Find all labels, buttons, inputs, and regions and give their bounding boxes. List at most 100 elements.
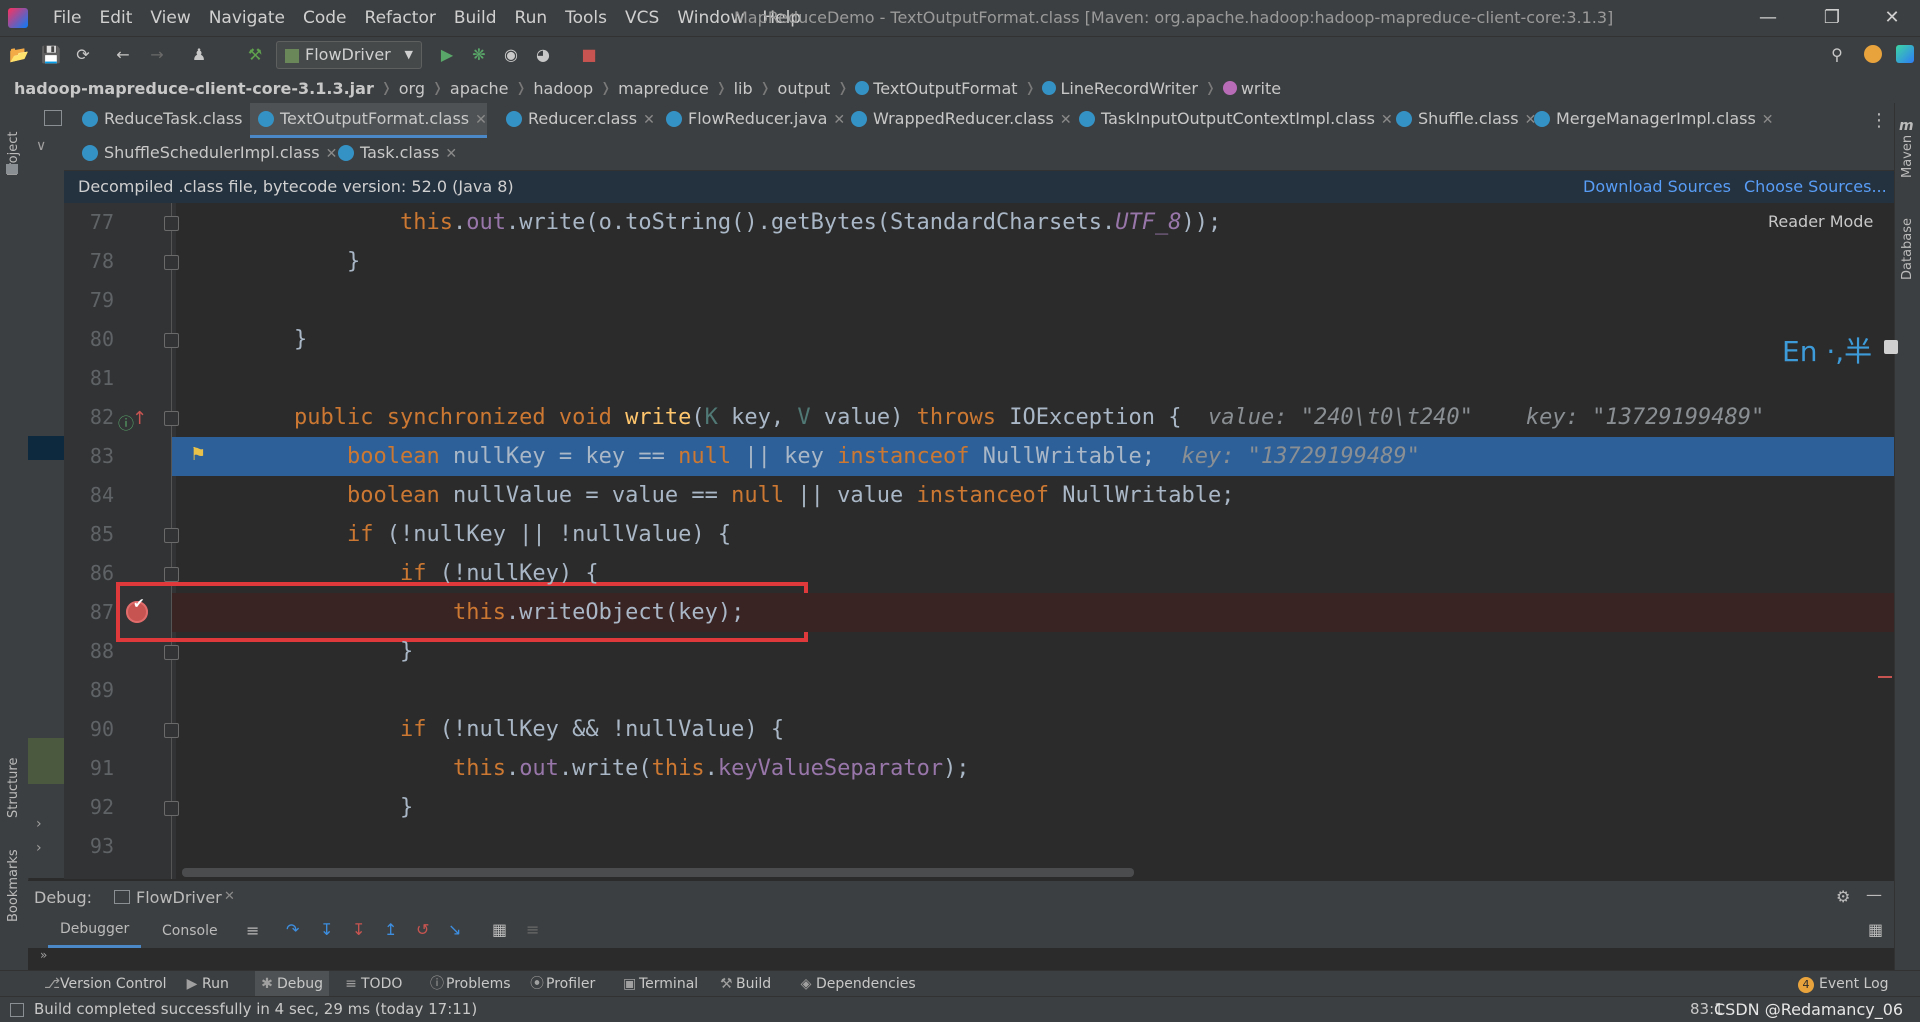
editor-tab[interactable]: ReduceTask.class✕ [74, 103, 260, 135]
implementing-method-icon[interactable]: ↑ [132, 408, 147, 429]
menu-navigate[interactable]: Navigate [200, 8, 294, 28]
run-to-cursor-icon[interactable]: ↘ [448, 920, 461, 939]
menu-refactor[interactable]: Refactor [356, 8, 445, 28]
event-log-button[interactable]: 4 Event Log [1798, 971, 1889, 997]
fold-marker-icon[interactable] [164, 255, 179, 270]
intention-bulb-icon[interactable]: ⚑ [190, 444, 206, 465]
console-tab[interactable]: Console [162, 914, 218, 948]
save-icon[interactable]: 💾 [40, 44, 62, 66]
breadcrumb-item[interactable]: hadoop-mapreduce-client-core-3.1.3.jar [14, 79, 374, 98]
line-number[interactable]: 87 [64, 593, 114, 632]
line-number[interactable]: 89 [64, 671, 114, 710]
layout-lines-icon[interactable]: ≡ [246, 921, 259, 940]
editor-tab[interactable]: Shuffle.class ✕ [1388, 103, 1536, 135]
fold-marker-icon[interactable] [164, 528, 179, 543]
more-tabs-icon[interactable]: ⋮ [1870, 110, 1888, 131]
line-number[interactable]: 84 [64, 476, 114, 515]
vcs-user-icon[interactable]: ♟ [188, 44, 210, 66]
tool-problems[interactable]: ⓘ Problems [430, 971, 511, 997]
menu-code[interactable]: Code [294, 8, 356, 28]
line-number[interactable]: 93 [64, 827, 114, 866]
line-number[interactable]: 82 [64, 398, 114, 437]
editor-tab[interactable]: Task.class ✕ [330, 137, 457, 169]
build-hammer-icon[interactable]: ⚒ [244, 44, 266, 66]
settings-gear-icon[interactable]: ⚙ [1836, 887, 1850, 906]
stop-icon[interactable]: ■ [578, 44, 600, 66]
restore-button[interactable]: ❐ [1804, 0, 1860, 36]
code-line[interactable] [64, 359, 1894, 398]
fold-marker-icon[interactable] [164, 333, 179, 348]
breadcrumb-item[interactable]: mapreduce [618, 79, 709, 98]
trace-icon[interactable]: ≡ [526, 920, 539, 939]
force-step-into-icon[interactable]: ↧ [352, 920, 365, 939]
tool-build[interactable]: ⚒ Build [720, 971, 771, 997]
sync-icon[interactable]: ⟳ [72, 44, 94, 66]
search-icon[interactable]: ⚲ [1826, 44, 1848, 66]
layout-settings-icon[interactable]: ▦ [1868, 920, 1883, 939]
line-number[interactable]: 91 [64, 749, 114, 788]
line-number[interactable]: 85 [64, 515, 114, 554]
breadcrumb-item[interactable]: write [1241, 79, 1281, 98]
debugger-tab[interactable]: Debugger [48, 914, 142, 948]
menu-edit[interactable]: Edit [90, 8, 141, 28]
breakpoint-check-icon[interactable]: ✔ [133, 596, 145, 612]
close-tab-icon[interactable]: ✕ [643, 112, 655, 128]
code-line[interactable] [64, 671, 1894, 710]
fold-marker-icon[interactable] [164, 411, 179, 426]
line-number[interactable]: 90 [64, 710, 114, 749]
line-number[interactable]: 86 [64, 554, 114, 593]
line-number[interactable]: 92 [64, 788, 114, 827]
breadcrumb-item[interactable]: LineRecordWriter [1060, 79, 1197, 98]
menu-vcs[interactable]: VCS [616, 8, 668, 28]
fold-marker-icon[interactable] [164, 645, 179, 660]
fold-marker-icon[interactable] [164, 216, 179, 231]
editor-tab[interactable]: MergeManagerImpl.class ✕ [1526, 103, 1774, 135]
tool-dependencies[interactable]: ◈ Dependencies [800, 971, 916, 997]
close-session-icon[interactable]: ✕ [224, 889, 235, 904]
updates-icon[interactable] [1864, 45, 1882, 63]
breadcrumb-item[interactable]: lib [734, 79, 753, 98]
debug-icon[interactable]: ❋ [468, 44, 490, 66]
status-toggle-icon[interactable] [10, 1003, 24, 1017]
editor-tab[interactable]: ShuffleSchedulerImpl.class ✕ [74, 137, 337, 169]
evaluate-expression-icon[interactable]: ▦ [492, 920, 507, 939]
fold-marker-icon[interactable] [164, 801, 179, 816]
breadcrumb-item[interactable]: TextOutputFormat [873, 79, 1017, 98]
breadcrumb-item[interactable]: output [778, 79, 831, 98]
tool-version-control[interactable]: ⎇Version Control [44, 971, 167, 997]
breadcrumb-item[interactable]: org [399, 79, 425, 98]
horizontal-scrollbar[interactable] [182, 868, 1134, 877]
line-number[interactable]: 80 [64, 320, 114, 359]
fold-marker-icon[interactable] [164, 567, 179, 582]
tool-terminal[interactable]: ▣ Terminal [623, 971, 698, 997]
hide-panel-icon[interactable]: — [1866, 885, 1882, 904]
line-number[interactable]: 83 [64, 437, 114, 476]
code-line[interactable] [64, 827, 1894, 866]
run-icon[interactable]: ▶ [436, 44, 458, 66]
code-line[interactable] [64, 320, 1894, 359]
editor-tab[interactable]: Reducer.class ✕ [498, 103, 655, 135]
line-number[interactable]: 77 [64, 203, 114, 242]
breadcrumb-item[interactable]: apache [450, 79, 509, 98]
drop-frame-icon[interactable]: ↺ [416, 920, 429, 939]
expand-tree-icon[interactable]: › [36, 816, 42, 832]
tool-profiler[interactable]: ⦿ Profiler [530, 971, 595, 997]
close-tab-icon[interactable]: ✕ [1060, 112, 1072, 128]
run-config-select[interactable]: FlowDriver ▼ [276, 41, 422, 69]
menu-file[interactable]: File [44, 8, 90, 28]
close-window-button[interactable]: ✕ [1864, 0, 1920, 36]
database-tool-window-button[interactable]: Database [1900, 218, 1920, 295]
menu-build[interactable]: Build [445, 8, 506, 28]
tool-todo[interactable]: ≡ TODO [345, 971, 402, 997]
more-icon[interactable]: » [40, 948, 47, 962]
expand-tree-icon-2[interactable]: › [36, 840, 42, 856]
collapse-tree-icon[interactable]: ∨ [36, 138, 46, 154]
menu-view[interactable]: View [141, 8, 199, 28]
line-number[interactable]: 79 [64, 281, 114, 320]
coverage-icon[interactable]: ◉ [500, 44, 522, 66]
profile-icon[interactable]: ◕ [532, 44, 554, 66]
choose-sources-link[interactable]: Choose Sources... [1744, 171, 1887, 203]
download-sources-link[interactable]: Download Sources [1583, 171, 1731, 203]
tab-list-icon[interactable] [44, 110, 62, 126]
step-over-icon[interactable]: ↷ [286, 920, 299, 939]
